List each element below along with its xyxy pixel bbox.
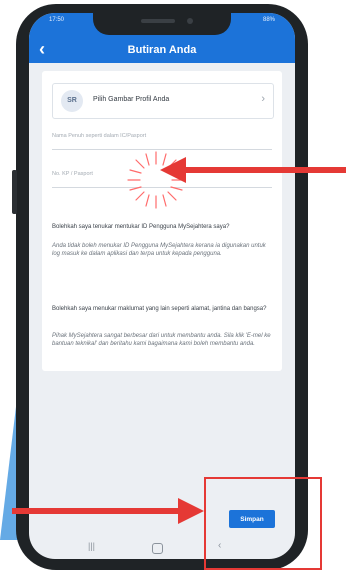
faq-answer-1: Anda tidak boleh menukar ID Pengguna MyS… bbox=[52, 243, 266, 257]
status-battery: 88% bbox=[262, 17, 275, 23]
full-name-field[interactable]: Nama Penuh seperti dalam IC/Pasport bbox=[52, 123, 272, 150]
faq-question-2: Bolehkah saya menukar maklumat yang lain… bbox=[52, 306, 267, 312]
recent-apps-icon[interactable]: ||| bbox=[88, 541, 95, 551]
phone-notch bbox=[93, 13, 231, 35]
arrow-pointing-to-id-field-icon bbox=[160, 157, 346, 183]
page-title: Butiran Anda bbox=[127, 44, 197, 56]
home-icon[interactable] bbox=[152, 543, 163, 554]
avatar: SR bbox=[61, 90, 83, 112]
profile-picture-label: Pilih Gambar Profil Anda bbox=[93, 96, 170, 103]
id-passport-placeholder: No. KP / Pasport bbox=[52, 171, 93, 177]
full-name-placeholder: Nama Penuh seperti dalam IC/Pasport bbox=[52, 133, 147, 139]
faq-question-1: Bolehkah saya tenukar mentukar ID Penggu… bbox=[52, 224, 230, 230]
front-camera bbox=[187, 18, 193, 24]
speaker-grille bbox=[141, 19, 175, 23]
faq-answer-2: Pihak MySejahtera sangat berbesar dari u… bbox=[52, 333, 271, 347]
status-time: 17:50 bbox=[49, 17, 65, 23]
profile-picture-picker[interactable]: SR Pilih Gambar Profil Anda › bbox=[52, 83, 274, 119]
save-button-highlight-box bbox=[204, 477, 322, 570]
arrow-pointing-to-save-button-icon bbox=[12, 498, 204, 524]
phone-side-button bbox=[12, 170, 17, 214]
chevron-right-icon: › bbox=[261, 93, 265, 105]
profile-card: SR Pilih Gambar Profil Anda › Nama Penuh… bbox=[42, 71, 282, 371]
